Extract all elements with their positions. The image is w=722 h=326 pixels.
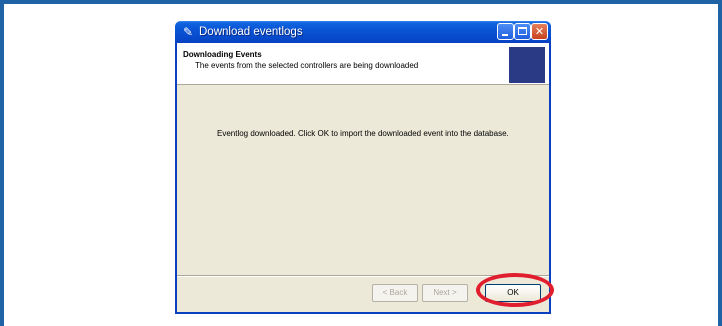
wizard-header: Downloading Events The events from the s… <box>177 43 549 85</box>
next-button[interactable]: Next > <box>422 284 468 302</box>
maximize-icon <box>518 27 527 35</box>
minimize-icon <box>502 34 508 36</box>
back-button[interactable]: < Back <box>372 284 418 302</box>
close-icon: ✕ <box>534 25 545 38</box>
minimize-button[interactable] <box>497 23 514 40</box>
ok-highlight-circle <box>476 273 554 307</box>
download-eventlogs-dialog: ✎ Download eventlogs ✕ Downloading Event… <box>175 21 551 314</box>
header-title: Downloading Events <box>183 50 262 59</box>
window-title: Download eventlogs <box>199 26 303 38</box>
header-subtitle: The events from the selected controllers… <box>195 61 419 70</box>
app-icon: ✎ <box>182 25 194 39</box>
close-button[interactable]: ✕ <box>531 23 548 40</box>
maximize-button[interactable] <box>514 23 531 40</box>
title-bar[interactable]: ✎ Download eventlogs ✕ <box>175 21 551 43</box>
status-message: Eventlog downloaded. Click OK to import … <box>217 129 509 138</box>
header-image <box>509 47 545 83</box>
